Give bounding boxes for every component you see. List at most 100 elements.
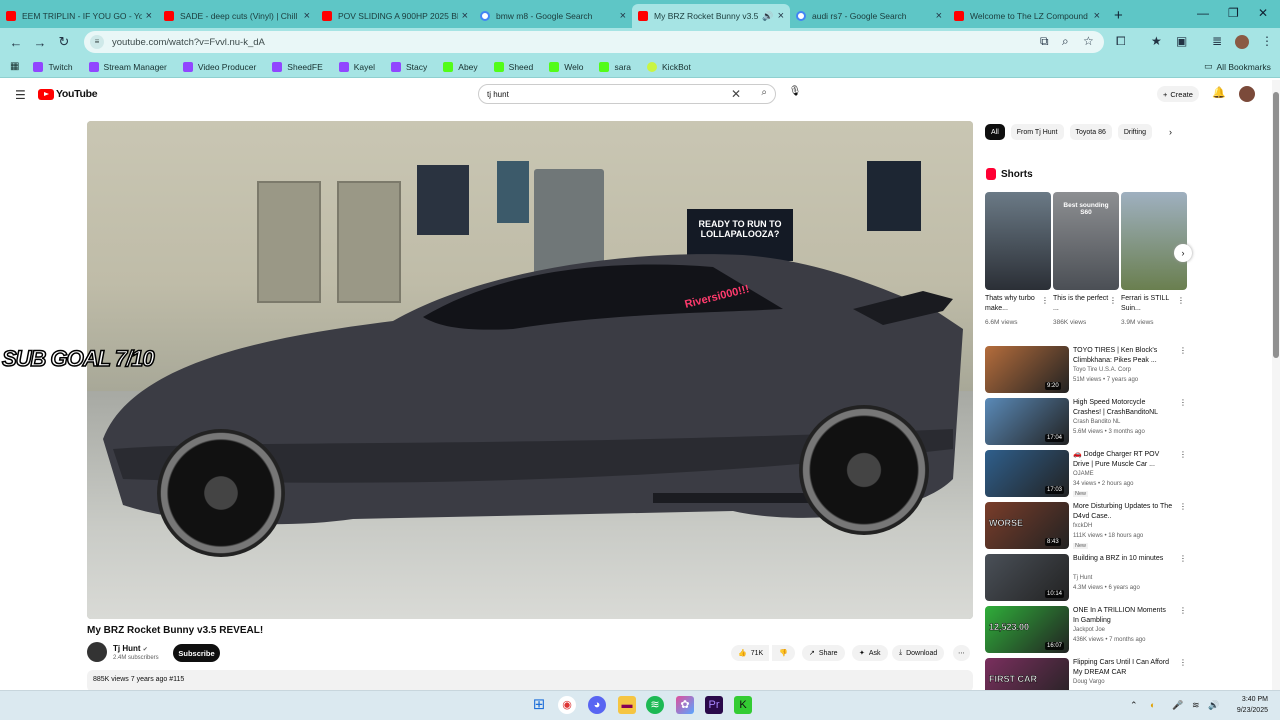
apps-grid-icon[interactable]: ▦ bbox=[10, 61, 19, 72]
recommended-video[interactable]: 10:14 Building a BRZ in 10 minutes Tj Hunt… bbox=[985, 554, 1187, 602]
short-card[interactable]: Thats why turbo make... 6.6M views ⋮ bbox=[985, 192, 1051, 326]
filter-chip[interactable]: All bbox=[985, 124, 1005, 140]
like-button[interactable]: 👍 71K bbox=[731, 645, 770, 661]
discord-icon[interactable]: ◕ bbox=[588, 696, 606, 714]
channel-name[interactable]: Tj Hunt bbox=[1073, 575, 1092, 581]
address-bar[interactable]: ≡ youtube.com/watch?v=Fvvl.nu-k_dA bbox=[84, 31, 1104, 53]
close-tab-icon[interactable]: × bbox=[462, 10, 468, 22]
microphone-icon[interactable]: 🎙 bbox=[788, 86, 802, 100]
bookmark-item[interactable]: sara bbox=[599, 61, 631, 72]
close-tab-icon[interactable]: × bbox=[146, 10, 152, 22]
channel-name[interactable]: OJAME bbox=[1073, 471, 1094, 477]
channel-name[interactable]: Toyo Tire U.S.A. Corp bbox=[1073, 367, 1131, 373]
more-actions-button[interactable]: ⋯ bbox=[953, 645, 970, 661]
windows-start-icon[interactable]: ⊞ bbox=[530, 696, 548, 714]
short-thumbnail[interactable]: Best sounding S60 bbox=[1053, 192, 1119, 290]
close-tab-icon[interactable]: × bbox=[936, 10, 942, 22]
side-panel-icon[interactable]: ▣ bbox=[1176, 34, 1187, 48]
close-window-icon[interactable]: ✕ bbox=[1258, 6, 1268, 20]
youtube-logo[interactable]: YouTube bbox=[38, 88, 98, 100]
scrollbar-thumb[interactable] bbox=[1273, 92, 1279, 358]
system-clock[interactable]: 3:40 PM 9/23/2025 bbox=[1226, 694, 1268, 716]
close-tab-icon[interactable]: × bbox=[1094, 10, 1100, 22]
channel-name[interactable]: Crash Bandito NL bbox=[1073, 419, 1120, 425]
channel-name[interactable]: Doug Vargo bbox=[1073, 679, 1105, 685]
media-controls-icon[interactable]: ≣ bbox=[1212, 34, 1222, 48]
file-explorer-icon[interactable]: ▬ bbox=[618, 696, 636, 714]
more-options-icon[interactable]: ⋮ bbox=[1179, 398, 1187, 407]
notifications-bell-icon[interactable]: 🔔 bbox=[1212, 86, 1226, 99]
bookmark-item[interactable]: KickBot bbox=[647, 61, 691, 72]
bookmark-item[interactable]: Video Producer bbox=[182, 61, 256, 72]
reload-icon[interactable]: ↻ bbox=[52, 34, 76, 50]
close-tab-icon[interactable]: × bbox=[778, 10, 784, 22]
shorts-next-button[interactable]: › bbox=[1174, 244, 1192, 262]
chevron-right-icon[interactable]: › bbox=[1169, 127, 1172, 137]
extensions-icon[interactable]: ⧠ bbox=[1116, 34, 1126, 49]
subscribe-button[interactable]: Subscribe bbox=[173, 644, 220, 662]
share-button[interactable]: ↗ Share bbox=[802, 645, 845, 661]
filter-chip[interactable]: Toyota 86 bbox=[1069, 124, 1112, 140]
forward-icon[interactable]: → bbox=[28, 35, 52, 50]
browser-tab[interactable]: Welcome to The LZ Compound × bbox=[948, 4, 1106, 28]
download-button[interactable]: ⤓ Download bbox=[892, 645, 945, 661]
browser-tab[interactable]: SADE - deep cuts (Vinyl) | Chill × bbox=[158, 4, 316, 28]
browser-tab[interactable]: audi rs7 - Google Search × bbox=[790, 4, 948, 28]
more-options-icon[interactable]: ⋮ bbox=[1179, 658, 1187, 667]
search-input[interactable]: tj hunt ✕ ⌕ bbox=[478, 84, 776, 104]
kick-app-icon[interactable]: K bbox=[734, 696, 752, 714]
more-options-icon[interactable]: ⋮ bbox=[1179, 346, 1187, 355]
site-info-icon[interactable]: ≡ bbox=[90, 35, 104, 49]
new-tab-button[interactable]: + bbox=[1114, 7, 1123, 24]
more-options-icon[interactable]: ⋮ bbox=[1179, 502, 1187, 511]
recommended-video[interactable]: WORSE 8:43 More Disturbing Updates to The … bbox=[985, 502, 1187, 550]
more-options-icon[interactable]: ⋮ bbox=[1041, 296, 1049, 305]
recommended-video[interactable]: 12,523.00 16:07 ONE In A TRILLION Moments … bbox=[985, 606, 1187, 654]
bookmark-item[interactable]: Stacy bbox=[391, 61, 427, 72]
hamburger-menu-icon[interactable]: ☰ bbox=[15, 88, 26, 102]
more-options-icon[interactable]: ⋮ bbox=[1177, 296, 1185, 305]
copilot-icon[interactable]: ✿ bbox=[676, 696, 694, 714]
bookmark-item[interactable]: Kayel bbox=[338, 61, 375, 72]
short-card[interactable]: Best sounding S60 This is the perfect ...… bbox=[1053, 192, 1119, 326]
all-bookmarks[interactable]: ▭ All Bookmarks bbox=[1204, 61, 1271, 72]
bookmark-star-icon[interactable]: ☆ bbox=[1083, 34, 1094, 48]
bookmark-item[interactable]: Twitch bbox=[33, 61, 73, 72]
bookmarks-star-icon[interactable]: ★ bbox=[1151, 34, 1162, 48]
more-options-icon[interactable]: ⋮ bbox=[1179, 450, 1187, 459]
description-box[interactable]: 885K views 7 years ago #115 bbox=[87, 670, 973, 692]
bookmark-item[interactable]: Welo bbox=[549, 61, 583, 72]
more-options-icon[interactable]: ⋮ bbox=[1109, 296, 1117, 305]
clear-search-icon[interactable]: ✕ bbox=[731, 87, 741, 101]
channel-avatar[interactable] bbox=[87, 642, 107, 662]
ask-button[interactable]: ✦ Ask bbox=[852, 645, 888, 661]
tray-app-icon[interactable]: ◐ bbox=[1150, 700, 1155, 710]
restore-icon[interactable]: ❐ bbox=[1228, 6, 1239, 20]
bookmark-item[interactable]: SheedFE bbox=[272, 61, 323, 72]
close-tab-icon[interactable]: × bbox=[304, 10, 310, 22]
dislike-button[interactable]: 👎 bbox=[772, 645, 795, 661]
bookmark-item[interactable]: Abey bbox=[443, 61, 478, 72]
premiere-icon[interactable]: Pr bbox=[705, 696, 723, 714]
back-icon[interactable]: ← bbox=[4, 35, 28, 50]
volume-icon[interactable]: 🔊 bbox=[1208, 700, 1219, 711]
page-scrollbar[interactable] bbox=[1272, 80, 1280, 690]
zoom-icon[interactable]: ⌕ bbox=[1062, 34, 1069, 49]
menu-icon[interactable]: ⋮ bbox=[1261, 34, 1273, 48]
minimize-icon[interactable]: — bbox=[1197, 6, 1209, 20]
channel-name[interactable]: Jackpot Joe bbox=[1073, 627, 1105, 633]
recommended-video[interactable]: 17:04 High Speed Motorcycle Crashes! | Cr… bbox=[985, 398, 1187, 446]
show-hidden-icons-icon[interactable]: ⌃ bbox=[1130, 700, 1138, 711]
mic-tray-icon[interactable]: 🎤 bbox=[1172, 700, 1183, 711]
browser-tab[interactable]: My BRZ Rocket Bunny v3.5 🔊 × bbox=[632, 4, 790, 28]
profile-avatar[interactable] bbox=[1235, 35, 1249, 49]
more-options-icon[interactable]: ⋮ bbox=[1179, 554, 1187, 563]
tab-audio-icon[interactable]: 🔊 bbox=[762, 11, 773, 22]
install-app-icon[interactable]: ⧉ bbox=[1040, 34, 1049, 49]
short-thumbnail[interactable] bbox=[985, 192, 1051, 290]
video-player[interactable]: READY TO RUN TO LOLLAPALOOZA? Riversi000… bbox=[87, 121, 973, 619]
browser-tab[interactable]: EEM TRIPLIN - IF YOU GO - You × bbox=[0, 4, 158, 28]
create-button[interactable]: + Create bbox=[1157, 86, 1199, 102]
filter-chip[interactable]: From Tj Hunt bbox=[1010, 124, 1064, 140]
search-icon[interactable]: ⌕ bbox=[761, 87, 767, 98]
